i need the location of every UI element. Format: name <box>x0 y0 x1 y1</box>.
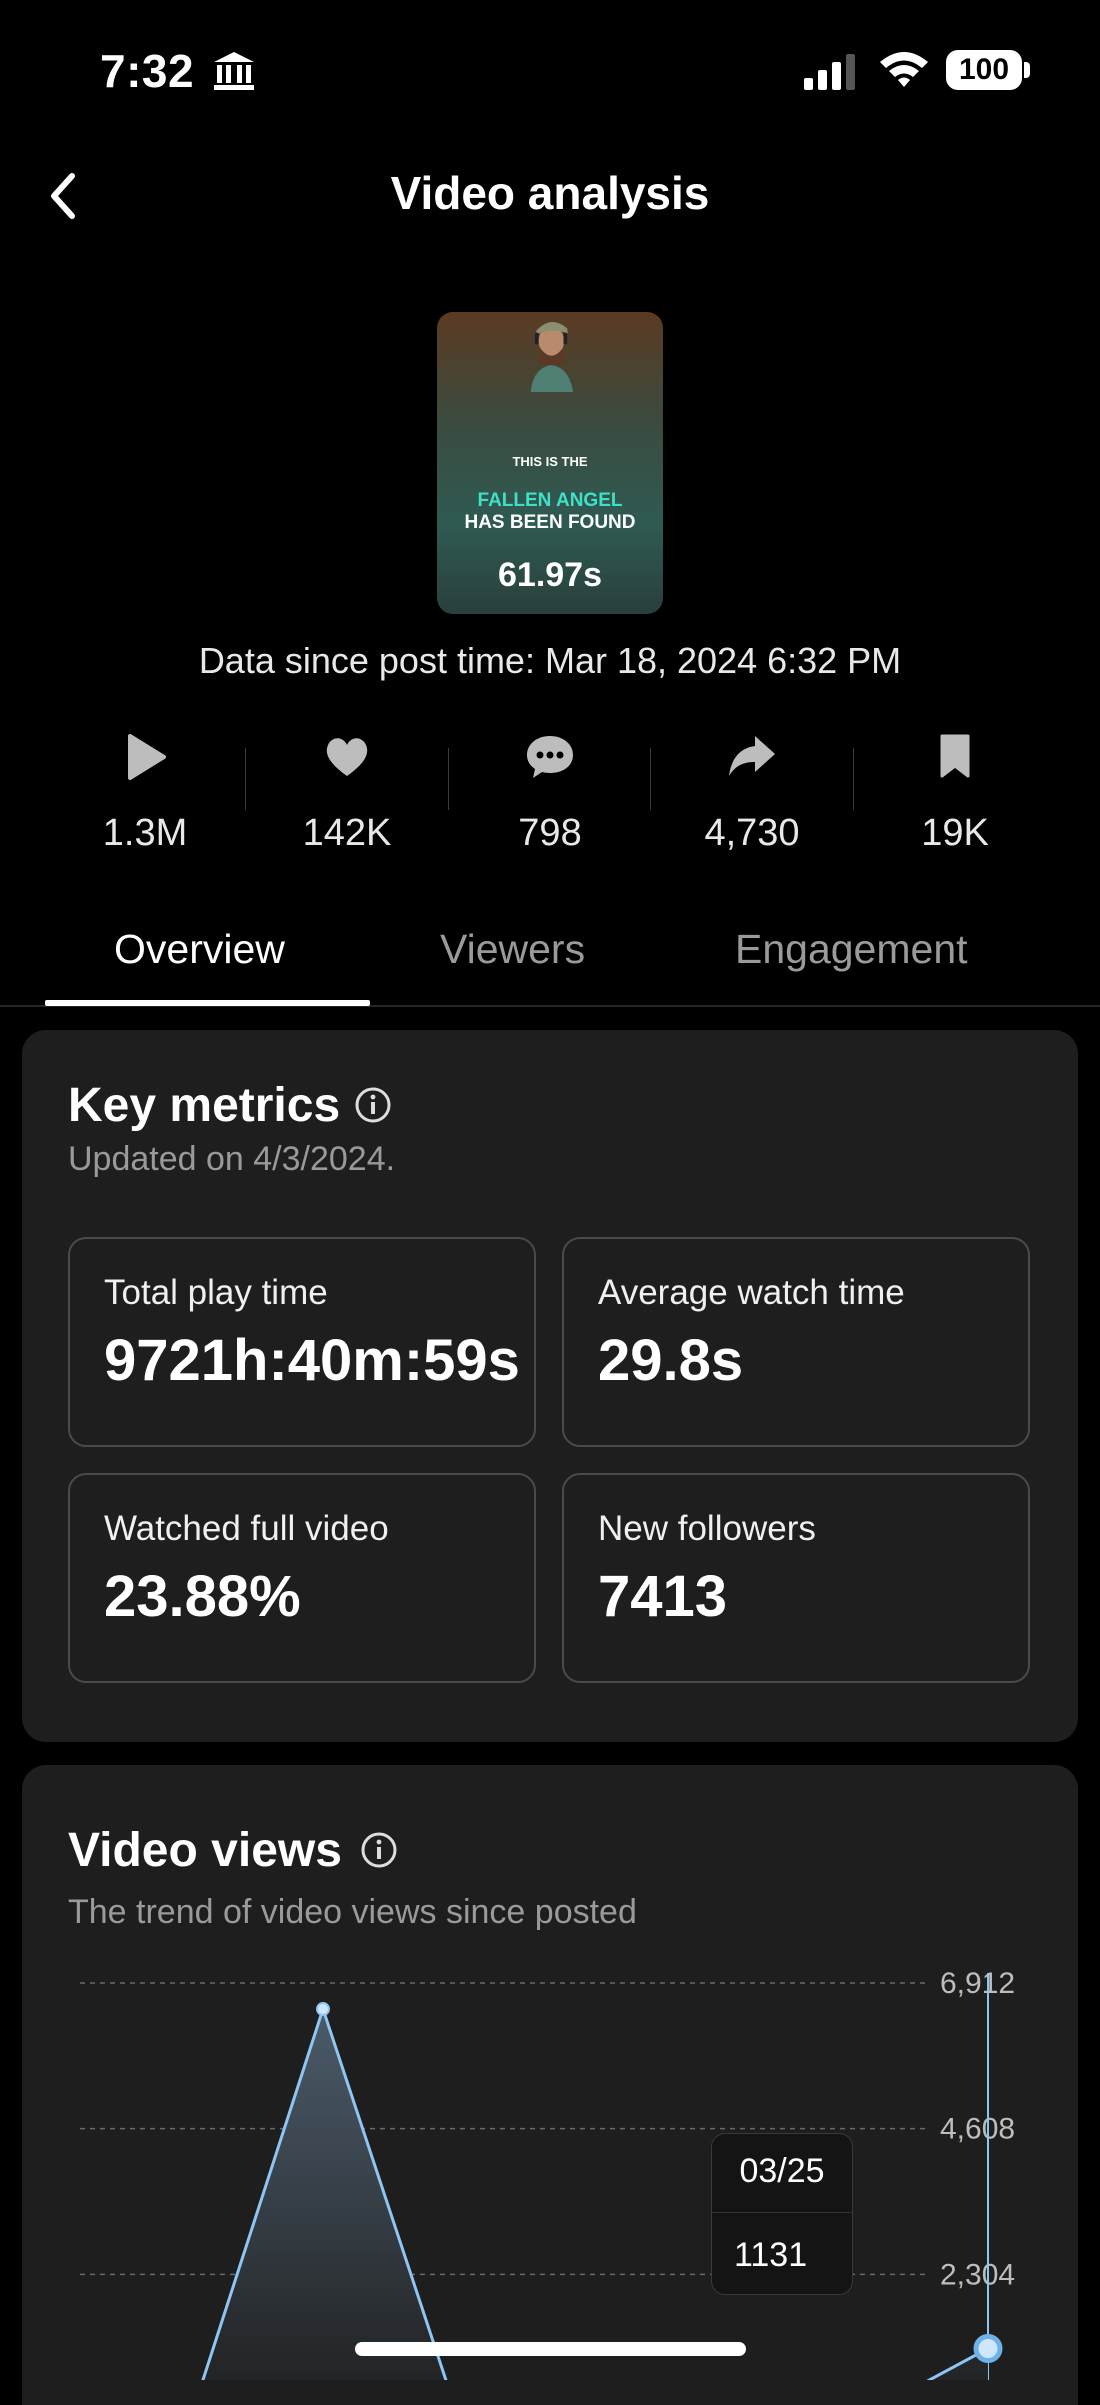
tooltip-separator <box>712 2212 852 2213</box>
chart-selected-point[interactable] <box>973 2333 1003 2363</box>
home-indicator <box>355 2342 746 2356</box>
y-tick-label: 4,608 <box>940 2113 1015 2146</box>
tooltip-value: 1131 <box>734 2236 808 2274</box>
chart-tooltip: 03/25 1131 <box>711 2133 853 2295</box>
y-tick-label: 2,304 <box>940 2258 1015 2291</box>
video-views-chart: 6,912 4,608 2,304 <box>80 1967 1015 2380</box>
tooltip-date: 03/25 <box>739 2152 825 2190</box>
chart-data-point[interactable] <box>316 2002 330 2017</box>
chart-area-fill <box>202 2009 988 2380</box>
y-tick-label: 6,912 <box>940 1967 1015 2000</box>
